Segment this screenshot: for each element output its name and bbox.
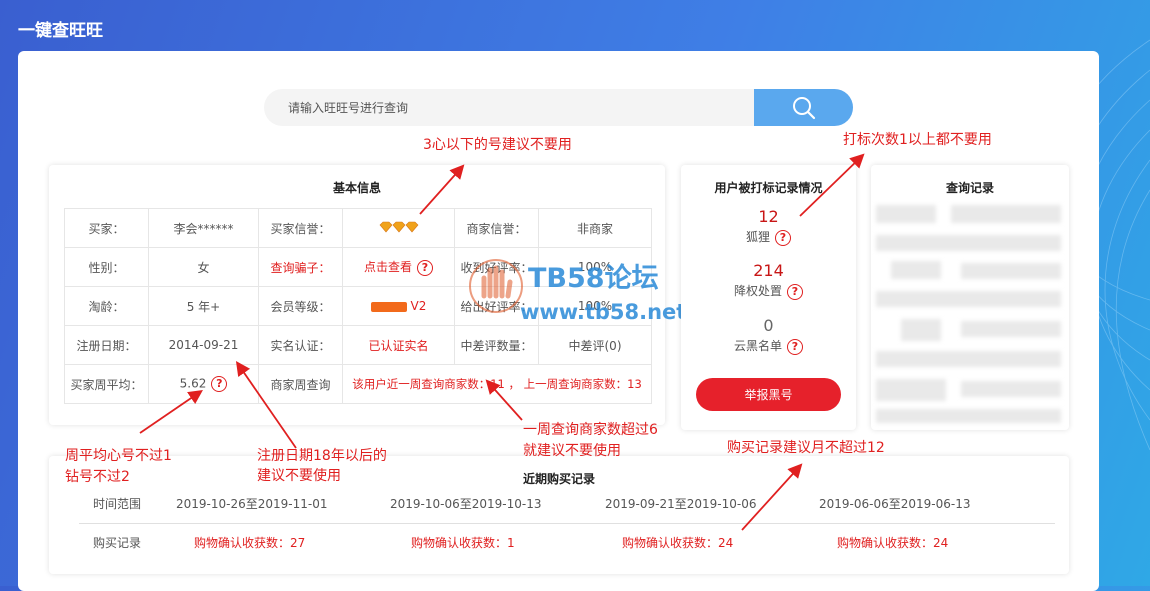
search-icon: [792, 96, 815, 119]
watermark-hand-icon: [469, 259, 523, 313]
table-row: 买家： 李会****** 买家信誉： 商家信誉： 非商家: [64, 208, 652, 248]
report-button[interactable]: 举报黑号: [696, 378, 841, 411]
diamond-icon: [379, 221, 418, 232]
value-merchant-weekly-query: 该用户近一周查询商家数：11 ， 上一周查询商家数：13: [342, 364, 652, 404]
label-member-level: 会员等级：: [258, 286, 343, 326]
help-icon[interactable]: ?: [211, 376, 228, 392]
watermark-title: TB58论坛: [528, 263, 659, 294]
value-bad-reviews: 中差评(0): [538, 325, 652, 365]
range-1: 2019-10-26至2019-11-01: [176, 497, 328, 511]
fox-label: 狐狸: [745, 230, 770, 244]
fox-label-row: 狐狸?: [681, 228, 856, 246]
history-panel: 查询记录: [871, 165, 1069, 430]
label-account-age: 淘龄：: [64, 286, 149, 326]
marks-title: 用户被打标记录情况: [714, 181, 823, 195]
help-icon[interactable]: ?: [775, 229, 791, 246]
annotation-marks: 打标次数1以上都不要用: [843, 132, 992, 148]
blurred-record: [876, 351, 1061, 367]
label-buyer-credit: 买家信誉：: [258, 208, 343, 248]
check-scammer-link[interactable]: 点击查看: [364, 260, 412, 274]
label-real-name: 实名认证：: [258, 325, 343, 365]
annotation-weekly-avg-1: 周平均心号不过1: [65, 448, 172, 464]
label-register-date: 注册日期：: [64, 325, 149, 365]
blacklist-label: 云黑名单: [733, 339, 782, 353]
label-weekly-average: 买家周平均：: [64, 364, 149, 404]
value-weekly-average: 5.62?: [148, 364, 259, 404]
table-row: 买家周平均： 5.62? 商家周查询 该用户近一周查询商家数：11 ， 上一周查…: [64, 364, 652, 404]
value-buyer-credit: [342, 208, 455, 248]
blurred-record: [961, 321, 1061, 337]
record-1: 购物确认收获数：27: [194, 536, 306, 550]
blurred-record: [951, 205, 1061, 223]
watermark-url: www.tb58.net: [520, 300, 687, 324]
range-4: 2019-06-06至2019-06-13: [819, 497, 971, 511]
annotation-register-2: 建议不要使用: [257, 468, 341, 484]
fox-count: 12: [758, 207, 779, 226]
label-bad-reviews: 中差评数量：: [454, 325, 539, 365]
range-3: 2019-09-21至2019-10-06: [605, 497, 757, 511]
blurred-record: [876, 291, 1061, 307]
member-level-text: V2: [410, 299, 427, 313]
value-register-date: 2014-09-21: [148, 325, 259, 365]
record-2: 购物确认收获数：1: [411, 536, 515, 550]
blurred-record: [876, 235, 1061, 251]
value-account-age: 5 年+: [148, 286, 259, 326]
annotation-credit: 3心以下的号建议不要用: [423, 137, 572, 153]
annotation-weekly-avg-2: 钻号不过2: [65, 469, 130, 485]
marks-panel: 用户被打标记录情况 12 狐狸? 214 降权处置? 0 云黑名单? 举报黑号: [681, 165, 856, 430]
weekly-average-text: 5.62: [179, 376, 207, 391]
blacklist-label-row: 云黑名单?: [681, 337, 856, 355]
vip-badge-icon: [370, 301, 407, 312]
annotation-recent-purchase: 购买记录建议月不超过12: [727, 440, 885, 456]
value-member-level: V2: [342, 286, 455, 326]
annotation-weekly-query-2: 就建议不要使用: [523, 443, 621, 459]
label-merchant-credit: 商家信誉：: [454, 208, 539, 248]
search-bar: [264, 89, 853, 126]
value-buyer: 李会******: [148, 208, 259, 248]
label-check-scammer: 查询骗子：: [258, 247, 343, 287]
blurred-record: [901, 319, 941, 341]
recent-purchase-title: 近期购买记录: [522, 472, 595, 486]
demotion-count: 214: [753, 261, 784, 280]
divider: [79, 523, 1055, 524]
annotation-weekly-query-1: 一周查询商家数超过6: [523, 422, 658, 438]
range-2: 2019-10-06至2019-10-13: [390, 497, 542, 511]
record-4: 购物确认收获数：24: [837, 536, 949, 550]
basic-info-title: 基本信息: [332, 181, 381, 195]
blurred-record: [961, 263, 1061, 279]
help-icon[interactable]: ?: [417, 259, 433, 276]
history-title: 查询记录: [945, 181, 994, 195]
blacklist-count: 0: [763, 316, 774, 335]
value-gender: 女: [148, 247, 259, 287]
demotion-label: 降权处置: [733, 284, 782, 298]
record-3: 购物确认收获数：24: [622, 536, 734, 550]
help-icon[interactable]: ?: [787, 338, 803, 355]
value-real-name: 已认证实名: [342, 325, 455, 365]
app-title: 一键查旺旺: [18, 21, 103, 41]
demotion-label-row: 降权处置?: [681, 282, 856, 300]
table-row: 注册日期： 2014-09-21 实名认证： 已认证实名 中差评数量： 中差评(…: [64, 325, 652, 365]
records-label: 购买记录: [93, 536, 142, 550]
label-buyer: 买家：: [64, 208, 149, 248]
blurred-record: [891, 261, 941, 279]
annotation-register-1: 注册日期18年以后的: [257, 448, 387, 464]
blurred-record: [876, 379, 946, 401]
blurred-record: [961, 381, 1061, 397]
help-icon[interactable]: ?: [787, 283, 803, 300]
basic-info-panel: 基本信息 买家： 李会****** 买家信誉： 商家信誉： 非商家 性别： 女 …: [49, 165, 665, 425]
search-input[interactable]: [264, 89, 754, 126]
label-merchant-weekly-query: 商家周查询: [258, 364, 343, 404]
recent-purchase-panel: 近期购买记录 时间范围 2019-10-26至2019-11-01 2019-1…: [49, 456, 1069, 574]
value-check-scammer: 点击查看?: [342, 247, 455, 287]
label-gender: 性别：: [64, 247, 149, 287]
blurred-record: [876, 205, 936, 223]
search-button[interactable]: [754, 89, 853, 126]
value-merchant-credit: 非商家: [538, 208, 652, 248]
range-label: 时间范围: [93, 497, 142, 511]
blurred-record: [876, 409, 1061, 423]
